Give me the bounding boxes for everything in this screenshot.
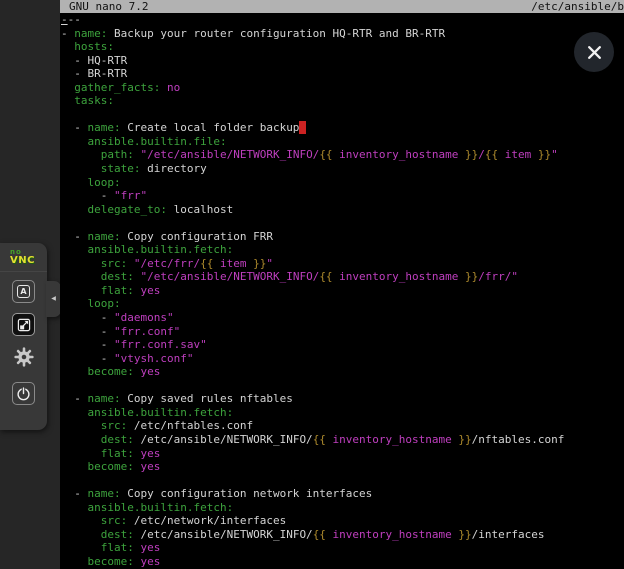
code-line: - "frr" — [61, 189, 624, 203]
vnc-terminal-screen[interactable]: GNU nano 7.2 /etc/ansible/b ---- name: B… — [60, 0, 624, 569]
novnc-logo: no VNC — [10, 249, 35, 266]
novnc-logo-bottom: VNC — [10, 256, 35, 266]
code-line: - name: Copy configuration network inter… — [61, 487, 624, 501]
code-line: - "vtysh.conf" — [61, 352, 624, 366]
code-line — [61, 216, 624, 230]
nano-app-title: GNU nano 7.2 — [69, 0, 148, 13]
code-line: loop: — [61, 176, 624, 190]
code-line — [61, 108, 624, 122]
vnc-control-bar: no VNC A — [0, 243, 47, 430]
code-line: ansible.builtin.file: — [61, 135, 624, 149]
code-line: - name: Create local folder backup — [61, 121, 624, 135]
code-line: become: yes — [61, 460, 624, 474]
gear-icon — [13, 346, 35, 368]
editor-content[interactable]: ---- name: Backup your router configurat… — [61, 13, 624, 569]
code-line: dest: "/etc/ansible/NETWORK_INFO/{{ inve… — [61, 270, 624, 284]
vnc-page-background: no VNC A — [0, 0, 60, 569]
code-line: src: /etc/network/interfaces — [61, 514, 624, 528]
code-line: flat: yes — [61, 447, 624, 461]
code-line: - HQ-RTR — [61, 54, 624, 68]
code-line: become: yes — [61, 555, 624, 569]
code-line: flat: yes — [61, 284, 624, 298]
code-line: - BR-RTR — [61, 67, 624, 81]
code-line: dest: /etc/ansible/NETWORK_INFO/{{ inven… — [61, 433, 624, 447]
fullscreen-button[interactable] — [12, 313, 35, 336]
code-line: ansible.builtin.fetch: — [61, 406, 624, 420]
code-line: path: "/etc/ansible/NETWORK_INFO/{{ inve… — [61, 148, 624, 162]
collapse-arrow-icon: ◀ — [51, 296, 56, 302]
nano-file-path: /etc/ansible/b — [531, 0, 624, 13]
code-line: gather_facts: no — [61, 81, 624, 95]
code-line: loop: — [61, 297, 624, 311]
code-line: - "daemons" — [61, 311, 624, 325]
control-bar-divider — [0, 271, 47, 272]
code-line: tasks: — [61, 94, 624, 108]
code-line: ansible.builtin.fetch: — [61, 501, 624, 515]
code-line: src: /etc/nftables.conf — [61, 419, 624, 433]
code-line: state: directory — [61, 162, 624, 176]
code-line: flat: yes — [61, 541, 624, 555]
code-line: become: yes — [61, 365, 624, 379]
code-line: hosts: — [61, 40, 624, 54]
extra-keys-button[interactable]: A — [12, 280, 35, 303]
code-line — [61, 474, 624, 488]
control-bar-handle[interactable]: ◀ — [46, 281, 61, 317]
code-line: --- — [61, 13, 624, 27]
code-line: - name: Backup your router configuration… — [61, 27, 624, 41]
fullscreen-icon — [16, 317, 32, 333]
close-button[interactable] — [574, 32, 614, 72]
extra-keys-icon: A — [17, 285, 30, 298]
code-line: delegate_to: localhost — [61, 203, 624, 217]
code-line: - name: Copy saved rules nftables — [61, 392, 624, 406]
code-line: - name: Copy configuration FRR — [61, 230, 624, 244]
code-line: dest: /etc/ansible/NETWORK_INFO/{{ inven… — [61, 528, 624, 542]
power-icon — [15, 385, 32, 402]
code-line: - "frr.conf.sav" — [61, 338, 624, 352]
code-line: - "frr.conf" — [61, 325, 624, 339]
settings-button[interactable] — [12, 345, 35, 368]
power-disconnect-button[interactable] — [12, 382, 35, 405]
close-icon — [586, 44, 603, 61]
nano-titlebar: GNU nano 7.2 /etc/ansible/b — [60, 0, 624, 13]
code-line: ansible.builtin.fetch: — [61, 243, 624, 257]
code-line — [61, 379, 624, 393]
code-line: src: "/etc/frr/{{ item }}" — [61, 257, 624, 271]
